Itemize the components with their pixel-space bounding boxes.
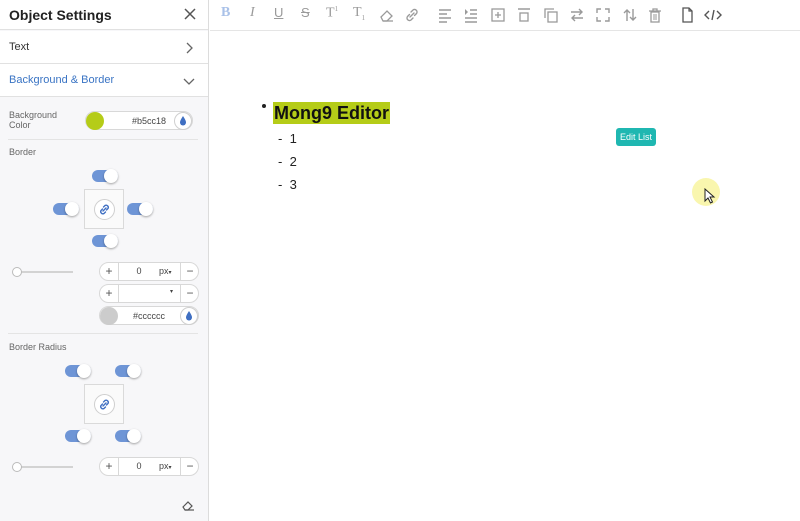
- border-width-slider-handle[interactable]: [12, 267, 22, 277]
- list-item[interactable]: - 1: [278, 131, 297, 146]
- droplet-icon: [180, 116, 186, 126]
- background-color-label: Background Color: [9, 110, 58, 130]
- border-style-add-button[interactable]: +: [100, 285, 118, 302]
- radius-bottom-left-toggle[interactable]: [65, 429, 91, 443]
- border-width-slider[interactable]: [14, 271, 73, 273]
- border-width-decrement-button[interactable]: −: [181, 263, 199, 280]
- list-item-text: 2: [289, 154, 297, 169]
- sort-icon[interactable]: [621, 6, 639, 24]
- panel-title: Object Settings: [9, 7, 112, 23]
- underline-icon[interactable]: U: [274, 5, 283, 20]
- radius-bottom-right-toggle[interactable]: [115, 429, 141, 443]
- border-width-increment-button[interactable]: +: [100, 263, 118, 280]
- border-radius-slider[interactable]: [14, 466, 73, 468]
- border-link-box: [84, 189, 124, 229]
- border-radius-decrement-button[interactable]: −: [181, 458, 199, 475]
- border-top-toggle[interactable]: [92, 169, 118, 183]
- list-marker: -: [278, 177, 283, 192]
- text-section-header[interactable]: Text: [0, 31, 208, 64]
- eraser-icon[interactable]: [378, 6, 396, 24]
- radius-link-button[interactable]: [94, 394, 115, 415]
- object-settings-panel: Object Settings Text Background & Border…: [0, 0, 209, 521]
- list-item[interactable]: - 2: [278, 154, 297, 169]
- section-divider: [8, 333, 198, 334]
- border-label: Border: [9, 147, 37, 157]
- radius-link-box: [84, 384, 124, 424]
- border-style-remove-button[interactable]: −: [181, 285, 199, 302]
- link-icon: [100, 204, 109, 215]
- section-divider: [8, 139, 198, 140]
- caret-down-icon[interactable]: ▾: [170, 288, 173, 295]
- mouse-pointer-icon: [704, 188, 716, 204]
- subscript-icon[interactable]: T1: [353, 5, 365, 22]
- border-color-picker-button[interactable]: [180, 307, 198, 325]
- border-radius-unit-value: px: [159, 461, 169, 471]
- expand-icon[interactable]: [594, 6, 612, 24]
- border-right-toggle[interactable]: [127, 202, 153, 216]
- link-icon[interactable]: [403, 6, 421, 24]
- border-left-toggle[interactable]: [53, 202, 79, 216]
- background-color-field[interactable]: #b5cc18: [85, 111, 193, 130]
- trash-icon[interactable]: [646, 6, 664, 24]
- radius-top-right-toggle[interactable]: [115, 364, 141, 378]
- list-item-text: 1: [289, 131, 297, 146]
- align-icon[interactable]: [436, 6, 454, 24]
- background-color-swatch[interactable]: [86, 112, 104, 130]
- border-radius-stepper[interactable]: + 0 px▾ −: [99, 457, 199, 476]
- edit-list-button[interactable]: Edit List: [616, 128, 656, 146]
- background-border-section-header[interactable]: Background & Border: [0, 64, 208, 97]
- caret-down-icon: ▾: [168, 465, 172, 471]
- border-radius-slider-handle[interactable]: [12, 462, 22, 472]
- border-radius-unit-select[interactable]: px▾: [159, 461, 172, 471]
- caret-down-icon: ▾: [168, 270, 172, 276]
- close-icon[interactable]: [182, 6, 198, 22]
- editor-toolbar: B I U S T1 T1: [210, 0, 800, 31]
- background-color-value: #b5cc18: [132, 116, 167, 126]
- list-item[interactable]: - 3: [278, 177, 297, 192]
- border-color-field[interactable]: #cccccc: [99, 306, 199, 325]
- bold-icon[interactable]: B: [221, 5, 230, 21]
- add-block-icon[interactable]: [489, 6, 507, 24]
- strikethrough-icon[interactable]: S: [301, 5, 310, 20]
- list-marker: -: [278, 154, 283, 169]
- background-border-section-label: Background & Border: [9, 74, 115, 86]
- list-marker: -: [278, 131, 283, 146]
- list-bullet: [262, 104, 266, 108]
- list-item-text: 3: [289, 177, 297, 192]
- editor-app: Object Settings Text Background & Border…: [0, 0, 800, 521]
- droplet-icon: [186, 311, 192, 321]
- border-color-value: #cccccc: [133, 311, 166, 321]
- border-radius-label: Border Radius: [9, 342, 67, 352]
- swap-icon[interactable]: [568, 6, 586, 24]
- page-icon[interactable]: [678, 6, 696, 24]
- border-color-swatch[interactable]: [100, 307, 118, 325]
- superscript-icon[interactable]: T1: [326, 5, 338, 22]
- italic-icon[interactable]: I: [250, 5, 255, 21]
- border-width-unit-value: px: [159, 266, 169, 276]
- insert-above-icon[interactable]: [515, 6, 533, 24]
- border-width-value[interactable]: 0: [124, 266, 154, 276]
- border-width-stepper[interactable]: + 0 px▾ −: [99, 262, 199, 281]
- border-radius-value[interactable]: 0: [124, 461, 154, 471]
- panel-header: Object Settings: [0, 0, 208, 30]
- chevron-right-icon: [186, 42, 193, 54]
- eraser-icon[interactable]: [181, 498, 195, 512]
- background-color-picker-button[interactable]: [174, 112, 192, 130]
- document-heading[interactable]: Mong9 Editor: [273, 102, 390, 124]
- border-radius-increment-button[interactable]: +: [100, 458, 118, 475]
- text-section-label: Text: [9, 41, 30, 53]
- link-icon: [100, 399, 109, 410]
- border-bottom-toggle[interactable]: [92, 234, 118, 248]
- code-icon[interactable]: [704, 6, 722, 24]
- chevron-down-icon: [183, 78, 195, 85]
- border-width-unit-select[interactable]: px▾: [159, 266, 172, 276]
- indent-icon[interactable]: [462, 6, 480, 24]
- border-style-field[interactable]: + ▾ −: [99, 284, 199, 303]
- copy-icon[interactable]: [542, 6, 560, 24]
- radius-top-left-toggle[interactable]: [65, 364, 91, 378]
- border-link-button[interactable]: [94, 199, 115, 220]
